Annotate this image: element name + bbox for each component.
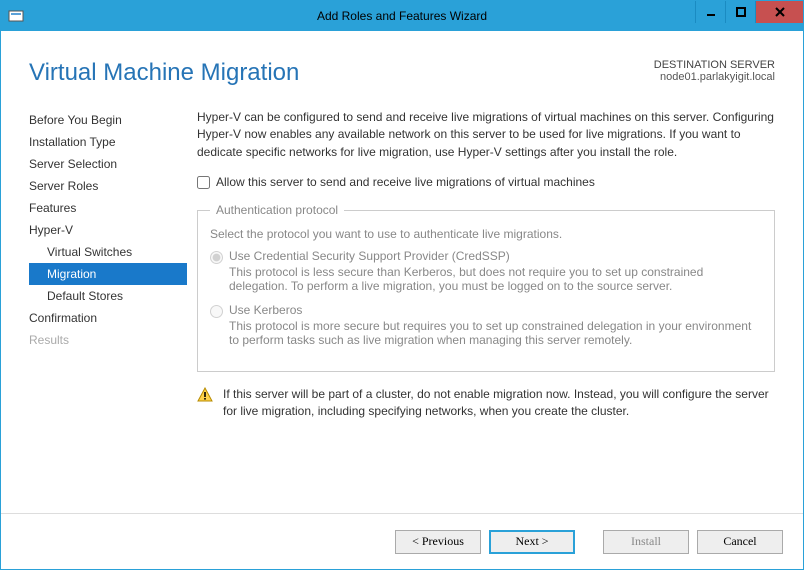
auth-radio-label-0: Use Credential Security Support Provider… (229, 249, 762, 263)
nav-item-results: Results (29, 329, 187, 351)
maximize-button[interactable] (725, 1, 755, 23)
allow-migration-checkbox-row[interactable]: Allow this server to send and receive li… (197, 175, 775, 189)
minimize-button[interactable] (695, 1, 725, 23)
wizard-window: Add Roles and Features Wizard Virtual Ma… (0, 0, 804, 570)
nav-item-migration[interactable]: Migration (29, 263, 187, 285)
main-panel: Hyper-V can be configured to send and re… (197, 109, 775, 513)
auth-radio-1 (210, 305, 223, 318)
auth-radio-label-1: Use Kerberos (229, 303, 762, 317)
page-title: Virtual Machine Migration (29, 59, 299, 87)
nav-item-before-you-begin[interactable]: Before You Begin (29, 109, 187, 131)
body-area: Before You BeginInstallation TypeServer … (29, 109, 775, 513)
cancel-button[interactable]: Cancel (697, 530, 783, 554)
titlebar: Add Roles and Features Wizard (1, 1, 803, 31)
auth-protocol-desc: Select the protocol you want to use to a… (210, 227, 762, 241)
window-title: Add Roles and Features Wizard (1, 9, 803, 23)
auth-protocol-fieldset: Authentication protocol Select the proto… (197, 203, 775, 372)
warning-row: If this server will be part of a cluster… (197, 386, 775, 420)
warning-icon (197, 387, 213, 403)
description-text: Hyper-V can be configured to send and re… (197, 109, 775, 161)
destination-label: DESTINATION SERVER (654, 59, 775, 71)
auth-radio-0 (210, 251, 223, 264)
allow-migration-checkbox[interactable] (197, 176, 210, 189)
destination-value: node01.parlakyigit.local (654, 71, 775, 83)
window-controls (695, 1, 803, 23)
nav-item-virtual-switches[interactable]: Virtual Switches (29, 241, 187, 263)
nav-item-hyper-v[interactable]: Hyper-V (29, 219, 187, 241)
nav-item-installation-type[interactable]: Installation Type (29, 131, 187, 153)
auth-option-0: Use Credential Security Support Provider… (210, 249, 762, 293)
nav-item-server-selection[interactable]: Server Selection (29, 153, 187, 175)
close-button[interactable] (755, 1, 803, 23)
warning-text: If this server will be part of a cluster… (223, 386, 775, 420)
nav-item-features[interactable]: Features (29, 197, 187, 219)
auth-radio-sub-1: This protocol is more secure but require… (229, 319, 762, 347)
install-button[interactable]: Install (603, 530, 689, 554)
content-area: Virtual Machine Migration DESTINATION SE… (1, 31, 803, 513)
next-button[interactable]: Next > (489, 530, 575, 554)
nav-sidebar: Before You BeginInstallation TypeServer … (29, 109, 197, 513)
previous-button[interactable]: < Previous (395, 530, 481, 554)
nav-item-server-roles[interactable]: Server Roles (29, 175, 187, 197)
auth-radio-sub-0: This protocol is less secure than Kerber… (229, 265, 762, 293)
auth-option-1: Use Kerberos This protocol is more secure… (210, 303, 762, 347)
allow-migration-label: Allow this server to send and receive li… (216, 175, 595, 189)
nav-item-default-stores[interactable]: Default Stores (29, 285, 187, 307)
destination-info: DESTINATION SERVER node01.parlakyigit.lo… (654, 59, 775, 83)
button-bar: < Previous Next > Install Cancel (1, 513, 803, 569)
page-header: Virtual Machine Migration DESTINATION SE… (29, 59, 775, 87)
nav-item-confirmation[interactable]: Confirmation (29, 307, 187, 329)
auth-protocol-legend: Authentication protocol (210, 203, 344, 217)
